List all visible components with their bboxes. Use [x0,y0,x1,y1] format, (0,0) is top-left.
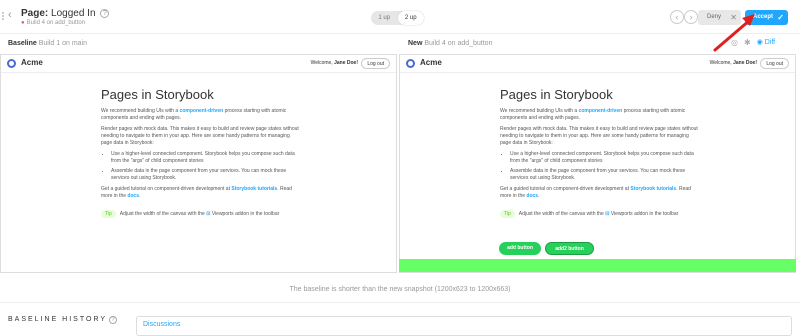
drag-handle-icon[interactable] [2,12,6,20]
annotation-arrow-icon [713,14,755,52]
subtitle-text: Build 4 on add_button [26,20,86,26]
top-bar: ‹ Page: Logged In ? ● Build 4 on add_butt… [0,0,800,34]
viewport-icon: ⊡ [206,211,211,217]
component-driven-link[interactable]: component-driven [180,108,224,114]
chevron-left-icon[interactable]: ‹ [8,9,12,21]
tip-badge: Tip [500,210,515,218]
tip-row: Tip Adjust the width of the canvas with t… [500,210,700,218]
page-heading: Pages in Storybook [500,87,613,102]
strobe-icon[interactable]: ✱ [744,38,751,47]
tip-text-2: Viewports addon in the toolbar [211,211,280,217]
toggle-1up[interactable]: 1 up [371,11,398,25]
toggle-2up[interactable]: 2 up [397,11,424,25]
diff-toggle[interactable]: ◉ Diff [757,38,775,47]
tutorials-link[interactable]: Storybook tutorials [231,186,277,192]
p3-post: . [538,193,540,199]
build-subtitle: ● Build 4 on add_button [21,20,85,26]
mock-data-paragraph: Render pages with mock data. This makes … [101,126,299,146]
list-item: Use a higher-level connected component. … [510,151,700,165]
discussions-panel: Discussions [136,316,792,336]
patterns-list: Use a higher-level connected component. … [510,151,700,182]
add-button[interactable]: add button [499,242,541,255]
page-heading: Pages in Storybook [101,87,214,102]
mock-data-paragraph: Render pages with mock data. This makes … [500,126,698,146]
p3-pre: Get a guided tutorial on component-drive… [101,186,232,192]
tutorial-paragraph: Get a guided tutorial on component-drive… [500,186,700,200]
welcome-prefix: Welcome, [709,60,734,66]
size-notice: The baseline is shorter than the new sna… [289,286,511,293]
baseline-build: Build 1 on main [38,40,88,47]
welcome-text: Welcome, Jane Doe! [311,60,358,66]
patterns-list: Use a higher-level connected component. … [111,151,301,182]
viewport-icon: ⊡ [605,211,610,217]
check-icon: ✓ [777,13,784,22]
p1-pre: We recommend building UIs with a [101,108,180,114]
brand-name: Acme [21,58,43,67]
diff-label: Diff [764,39,776,46]
intro-paragraph: We recommend building UIs with a compone… [500,108,700,122]
title-name: Logged In [51,8,96,19]
logout-button[interactable]: Log out [361,58,390,69]
help-icon[interactable]: ? [109,316,118,324]
intro-paragraph: We recommend building UIs with a compone… [101,108,301,122]
tip-row: Tip Adjust the width of the canvas with t… [101,210,301,218]
page-content: Pages in Storybook We recommend building… [500,87,700,218]
docs-link[interactable]: docs [526,193,538,199]
baseline-label: Baseline Build 1 on main [8,40,87,47]
tip-text: Adjust the width of the canvas with the [518,211,604,217]
baseline-history-heading: BASELINE HISTORY? [8,316,118,324]
status-dot-icon: ● [21,20,25,26]
app-header: Acme Welcome, Jane Doe! Log out [1,55,396,73]
list-item: Use a higher-level connected component. … [111,151,301,165]
acme-logo-icon [406,59,415,68]
title-prefix: Page: [21,8,49,19]
focus-icon[interactable]: ◎ [731,38,738,47]
view-toggle: 1 up 2 up [371,11,424,25]
help-icon[interactable]: ? [100,9,110,18]
user-name: Jane Doe! [334,60,358,66]
baseline-snapshot: Acme Welcome, Jane Doe! Log out Pages in… [0,54,397,273]
tutorials-link[interactable]: Storybook tutorials [630,186,676,192]
welcome-prefix: Welcome, [310,60,335,66]
logout-button[interactable]: Log out [760,58,789,69]
brand-name: Acme [420,58,442,67]
p1-pre: We recommend building UIs with a [500,108,579,114]
tutorial-paragraph: Get a guided tutorial on component-drive… [101,186,301,200]
discussions-tab[interactable]: Discussions [143,321,180,328]
docs-link[interactable]: docs [127,193,139,199]
p3-pre: Get a guided tutorial on component-drive… [500,186,631,192]
new-build: Build 4 on add_button [424,40,493,47]
diff-highlight-band [399,259,796,272]
tip-badge: Tip [101,210,116,218]
p3-post: . [139,193,141,199]
page-title: Page: Logged In ? [21,8,110,19]
new-label: New Build 4 on add_button [408,40,492,47]
divider [0,302,800,303]
prev-button[interactable]: ‹ [670,10,684,24]
component-driven-link[interactable]: component-driven [579,108,623,114]
page-content: Pages in Storybook We recommend building… [101,87,301,218]
app-header: Acme Welcome, Jane Doe! Log out [400,55,795,73]
new-title: New [408,40,423,47]
next-button[interactable]: › [684,10,698,24]
list-item: Assemble data in the page component from… [111,168,301,182]
diff-tools: ◎ ✱ ◉ Diff [731,38,775,47]
tip-text-2: Viewports addon in the toolbar [610,211,679,217]
tip-text: Adjust the width of the canvas with the [119,211,205,217]
add2-button[interactable]: add2 button [545,242,594,255]
history-title: BASELINE HISTORY [8,316,108,323]
welcome-text: Welcome, Jane Doe! [710,60,757,66]
new-snapshot: Acme Welcome, Jane Doe! Log out Pages in… [399,54,796,273]
baseline-title: Baseline [8,40,37,47]
user-name: Jane Doe! [733,60,757,66]
acme-logo-icon [7,59,16,68]
list-item: Assemble data in the page component from… [510,168,700,182]
